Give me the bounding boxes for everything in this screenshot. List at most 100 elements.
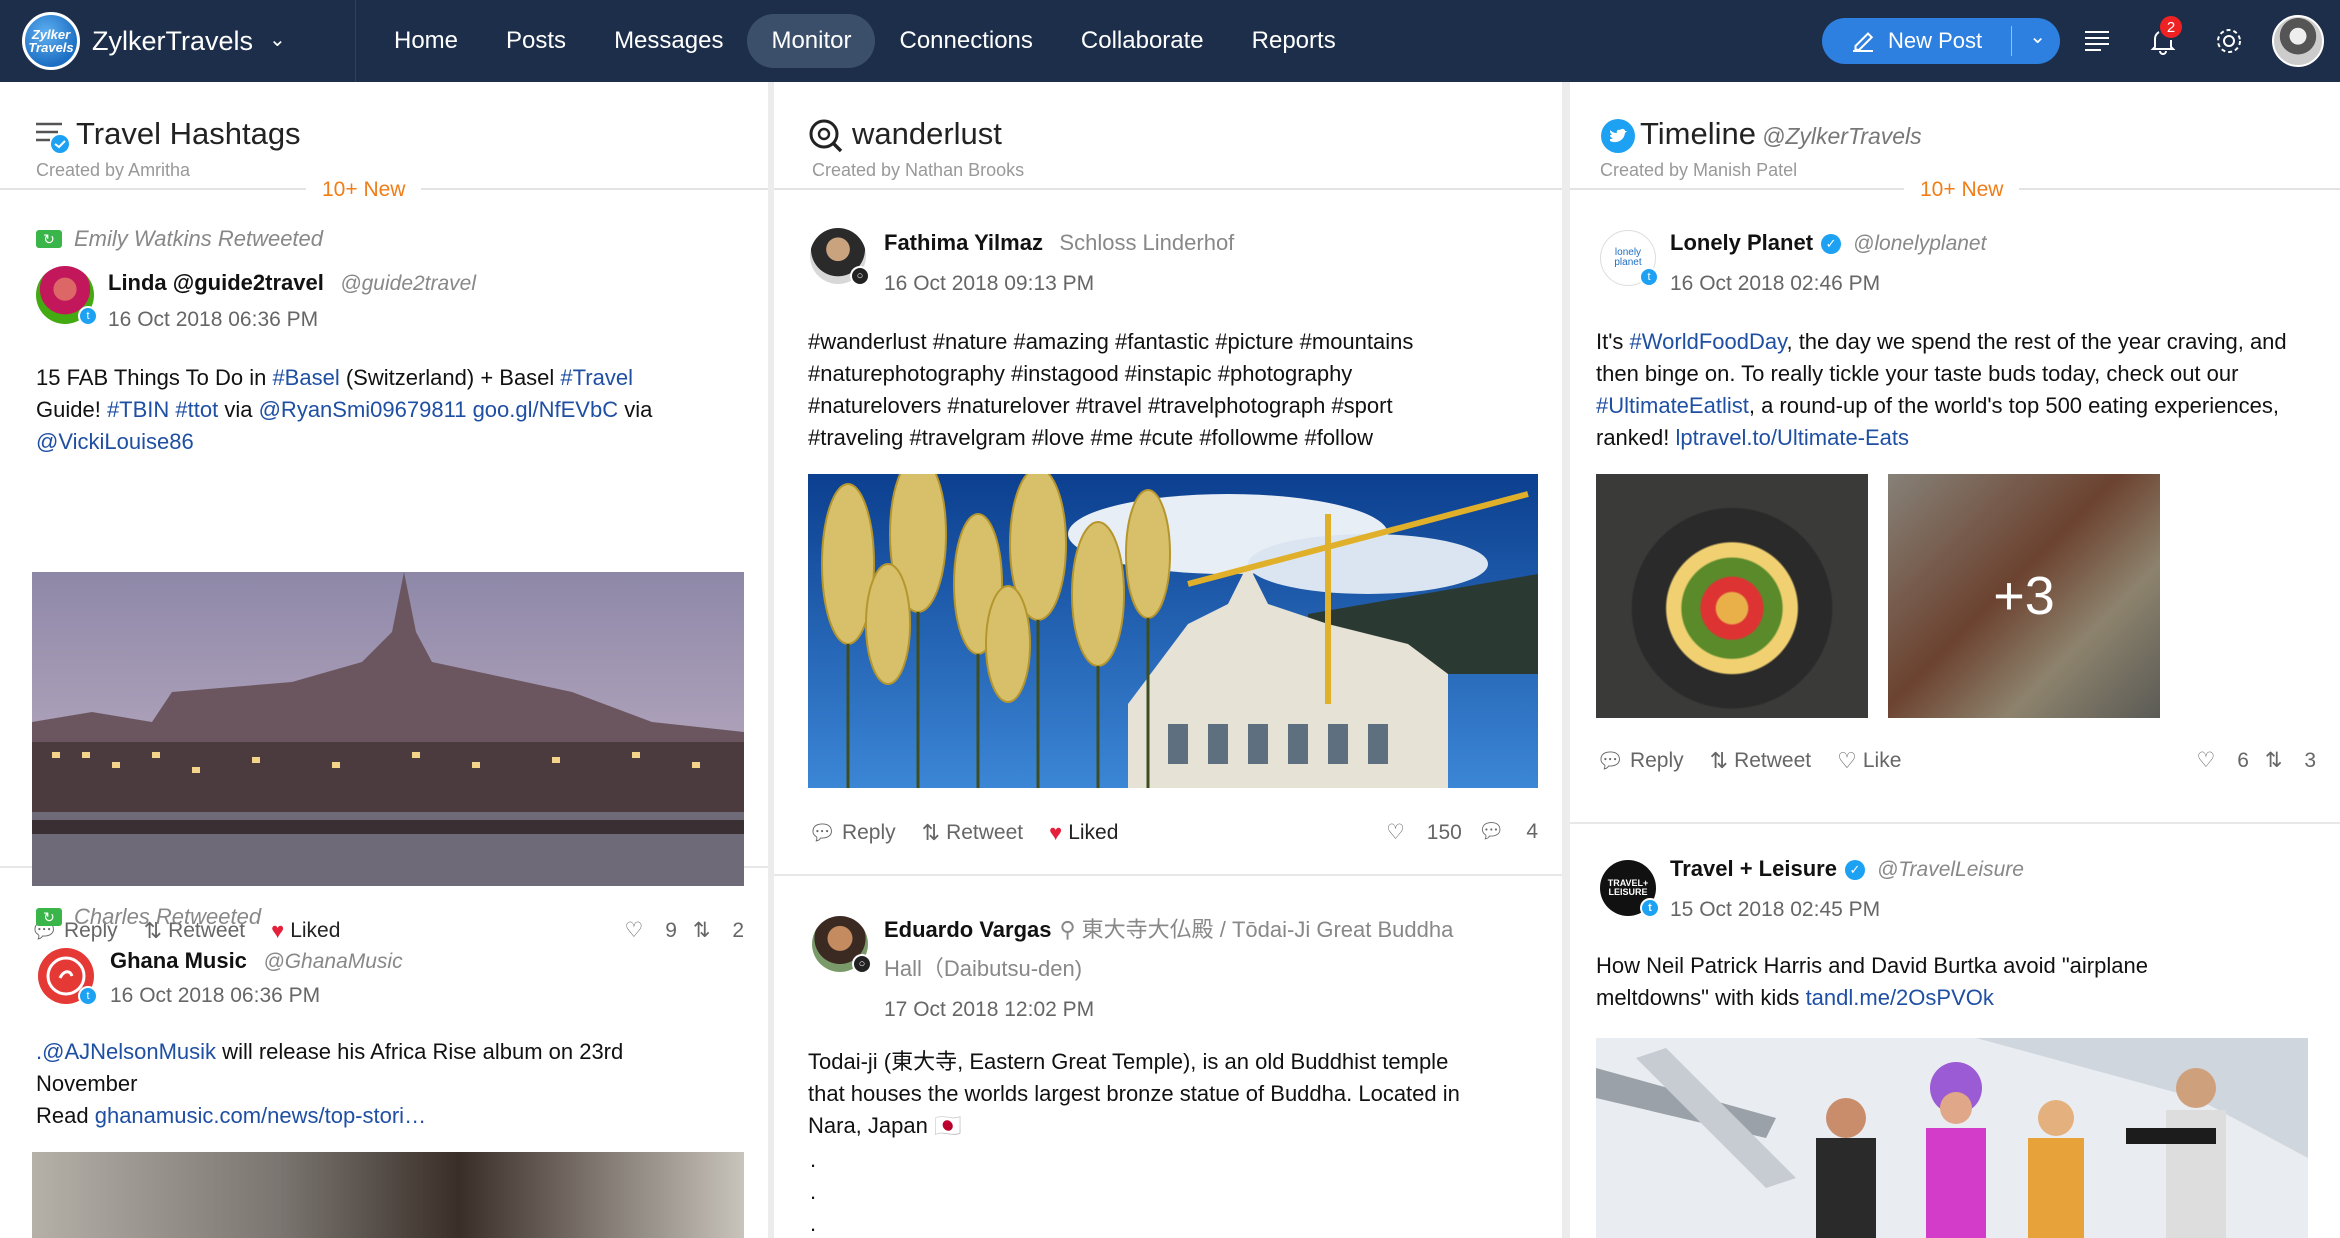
column-travel-hashtags: Travel Hashtags Created by Amritha 10+ N… [0,82,768,1238]
menu-icon[interactable] [2068,0,2126,82]
nav-posts[interactable]: Posts [482,14,590,68]
post-body-dots: ... [810,1147,817,1236]
post-hashtags[interactable]: #wanderlust #nature #amazing #fantastic … [808,326,1468,454]
bell-icon[interactable]: 2 [2134,0,2192,82]
new-post-button[interactable]: New Post ⌄ [1822,18,2060,64]
column-header: Timeline @ZylkerTravels Created by Manish… [1570,82,2340,202]
post-card: lonely planet t Lonely Planet ✓ @lonelypla… [1570,190,2340,824]
reply-button[interactable]: 💬︎ Reply [808,820,896,846]
author-handle[interactable]: @lonelyplanet [1853,232,1986,255]
post-card: ↻ Emily Watkins Retweeted t Linda @guide… [0,190,768,943]
author-name[interactable]: Travel + Leisure [1670,856,1837,881]
brand-switcher[interactable]: Zylker Travels ZylkerTravels ⌄ [0,0,356,82]
nav-connections[interactable]: Connections [875,14,1056,68]
verified-icon: ✓ [1844,860,1865,880]
post-actions: 💬︎ Reply ⇅ Retweet ♥ Liked [808,820,1144,846]
hashtag-link[interactable]: #Basel [272,365,339,390]
like-button[interactable]: ♡ Like [1837,748,1901,774]
gear-icon[interactable] [2200,0,2258,82]
author-avatar[interactable]: t [38,948,98,1006]
post-counts: ♡ 150 💬︎ 4 [1370,820,1538,845]
author-name[interactable]: Fathima Yilmaz [884,230,1043,255]
column-timeline: Timeline @ZylkerTravels Created by Manish… [1570,82,2340,1238]
new-post-label: New Post [1888,28,1983,53]
mention-link[interactable]: @VickiLouise86 [36,429,194,454]
nav-reports[interactable]: Reports [1228,14,1360,68]
retweet-button[interactable]: ⇅ Retweet [1710,748,1811,774]
instagram-icon: ○ [852,954,872,974]
hashtag-link[interactable]: #UltimateEatlist [1596,393,1749,418]
author-avatar[interactable]: ○ [810,228,870,286]
column-creator: Created by Amritha [36,160,191,180]
heart-icon: ♡ [1837,748,1857,773]
post-image[interactable] [1596,474,1868,718]
author-avatar[interactable]: ○ [812,916,872,974]
retweet-button[interactable]: ⇅ Retweet [922,820,1023,846]
twitter-icon: t [78,306,98,326]
nav-home[interactable]: Home [370,14,482,68]
mention-link[interactable]: .@AJNelsonMusik [36,1039,216,1064]
retweet-count: ⇅ 3 [2264,749,2316,772]
user-avatar[interactable] [2272,15,2324,67]
column-header: wanderlust Created by Nathan Brooks [774,82,1562,190]
author-name[interactable]: Ghana Music [110,948,247,973]
nav-messages[interactable]: Messages [590,14,747,68]
column-title: wanderlust [852,116,1002,151]
author-avatar[interactable]: lonely planet t [1600,230,1659,287]
hashtag-link[interactable]: #ttot [175,397,218,422]
post-time: 16 Oct 2018 06:36 PM [110,984,321,1007]
post-card: ○ Fathima Yilmaz Schloss Linderhof 16 Oc… [774,190,1562,876]
post-image[interactable] [1596,1038,2308,1238]
post-card: ○ Eduardo Vargas ⚲ 東大寺大仏殿 / Tōdai-Ji Great… [774,876,1562,1238]
retweet-icon: ⇅ [1709,748,1729,773]
author-avatar[interactable]: TRAVEL+ LEISURE t [1600,860,1660,918]
url-link[interactable]: lptravel.to/Ultimate-Eats [1676,425,1910,450]
retweet-attribution: ↻ Emily Watkins Retweeted [36,226,323,252]
column-wanderlust: wanderlust Created by Nathan Brooks ○ Fa… [774,82,1562,1238]
post-image[interactable] [808,474,1538,788]
post-location[interactable]: Schloss Linderhof [1059,230,1234,255]
post-image[interactable] [32,1152,744,1238]
chevron-down-icon[interactable]: ⌄ [2029,24,2046,49]
post-counts: ♡ 6 ⇅ 3 [2181,748,2316,773]
post-body: 15 FAB Things To Do in #Basel (Switzerla… [36,365,653,454]
url-link[interactable]: goo.gl/NfEVbC [473,397,619,422]
author-avatar[interactable]: t [36,266,98,326]
hashtag-link[interactable]: #TBIN [107,397,169,422]
author-name[interactable]: Linda @guide2travel [108,270,324,295]
like-count: ♡ 150 [1386,821,1462,844]
retweet-icon: ↻ [36,908,62,926]
column-title: Timeline @ZylkerTravels [1640,116,1922,151]
url-link[interactable]: ghanamusic.com/news/top-stori… [95,1103,426,1128]
post-image[interactable] [32,572,744,886]
brand-name: ZylkerTravels [92,25,254,56]
heart-filled-icon: ♥ [1049,820,1063,845]
url-link[interactable]: tandl.me/2OsPVOk [1806,985,1994,1010]
post-image-more[interactable]: +3 [1888,474,2160,718]
column-creator: Created by Nathan Brooks [812,160,1025,180]
reply-icon: 💬︎ [808,820,836,845]
like-button[interactable]: ♥ Liked [1049,820,1118,846]
author-handle[interactable]: @GhanaMusic [263,950,402,973]
post-author: t [36,266,98,326]
hashtag-link[interactable]: #WorldFoodDay [1630,329,1787,354]
more-images-count[interactable]: +3 [1888,474,2160,718]
column-header: Travel Hashtags Created by Amritha 10+ N… [0,82,768,202]
mention-link[interactable]: @RyanSmi09679811 [259,397,467,422]
author-name[interactable]: Lonely Planet [1670,230,1813,255]
twitter-icon [1601,119,1635,153]
post-card: TRAVEL+ LEISURE t Travel + Leisure ✓ @Trav… [1570,824,2340,1238]
author-name[interactable]: Eduardo Vargas [884,917,1052,942]
nav-monitor[interactable]: Monitor [747,14,876,68]
hashtag-link[interactable]: #Travel [560,365,633,390]
retweet-attribution: ↻ Charles Retweeted [36,904,261,930]
nav-collaborate[interactable]: Collaborate [1057,14,1228,68]
post-time: 16 Oct 2018 09:13 PM [884,272,1095,295]
post-body: Todai-ji (東大寺, Eastern Great Temple), is… [808,1049,1460,1138]
reply-button[interactable]: 💬︎ Reply [1596,748,1684,774]
author-handle[interactable]: @guide2travel [340,272,476,295]
verified-icon: ✓ [1821,234,1842,254]
twitter-icon: t [1639,267,1659,287]
location-pin-icon: ⚲ [1059,917,1076,942]
author-handle[interactable]: @TravelLeisure [1877,858,2024,881]
